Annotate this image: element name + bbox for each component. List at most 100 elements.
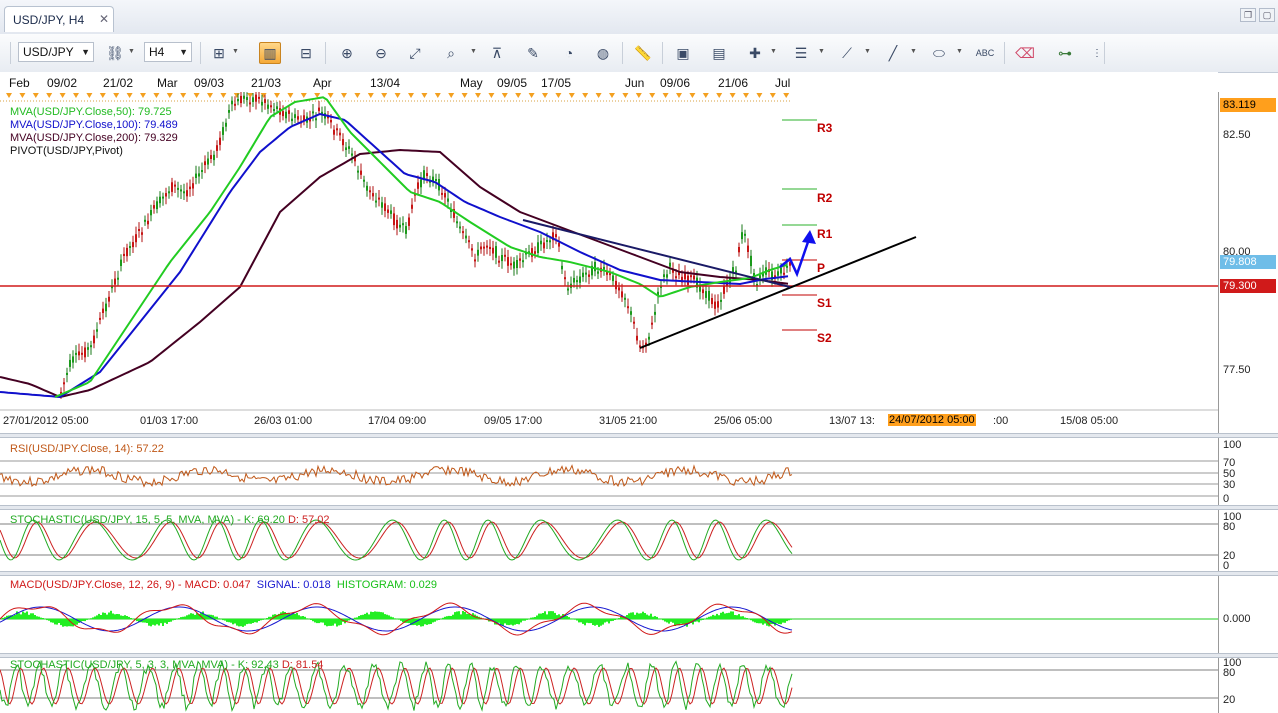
zoom-fit-icon[interactable]: ⤢ — [404, 42, 426, 64]
eraser-icon[interactable]: ⌫ — [1014, 42, 1036, 64]
price-chart-canvas[interactable] — [0, 92, 1218, 437]
text-icon[interactable]: ABC — [974, 42, 996, 64]
zoom-area-icon[interactable]: ⌕ — [440, 42, 462, 64]
template-icon[interactable]: ▤ — [708, 42, 730, 64]
macd-histogram-bar — [104, 612, 106, 619]
ruler-icon[interactable]: 📏 — [632, 42, 654, 64]
candle-body — [405, 226, 407, 234]
candle-body — [510, 263, 512, 266]
chevron-down-icon[interactable]: ▼ — [910, 48, 917, 55]
rsi-tick: 0 — [1223, 493, 1230, 505]
symbol-select[interactable]: USD/JPY ▼ — [18, 42, 94, 62]
macd-histogram-bar — [780, 619, 782, 625]
indicators-icon[interactable]: ◔ — [558, 42, 580, 64]
macd-histogram-bar — [514, 619, 516, 625]
chain-link-icon[interactable]: ⛓ — [104, 42, 126, 64]
stochastic-fast-panel[interactable]: STOCHASTIC(USD/JPY, 5, 3, 3, MVA, MVA) -… — [0, 658, 1218, 713]
candle-body — [180, 189, 182, 192]
horizontal-lines-icon[interactable]: ☰ — [790, 42, 812, 64]
close-tab-icon[interactable]: ✕ — [99, 12, 109, 26]
candle-body — [783, 272, 785, 275]
chevron-down-icon[interactable]: ▼ — [818, 48, 825, 55]
crosshair-icon[interactable]: ✚ — [744, 42, 766, 64]
scroll-to-end-icon[interactable]: ⊼ — [486, 42, 508, 64]
timeframe-select[interactable]: H4 ▼ — [144, 42, 192, 62]
macd-histogram-bar — [434, 619, 436, 622]
chevron-down-icon[interactable]: ▼ — [232, 48, 239, 55]
object-tree-icon[interactable]: ⊶ — [1054, 42, 1076, 64]
macd-histogram-bar — [34, 615, 36, 619]
macd-histogram-bar — [258, 619, 260, 621]
globe-icon[interactable]: ◍ — [592, 42, 614, 64]
chart-tab[interactable]: USD/JPY, H4 ✕ — [4, 6, 114, 32]
candle-body — [711, 298, 713, 305]
descending-trendline — [522, 219, 791, 288]
chevron-down-icon[interactable]: ▼ — [956, 48, 963, 55]
macd-histogram-bar — [186, 615, 188, 619]
forecast-arrowhead — [802, 230, 816, 244]
price-chart-panel[interactable]: MVA(USD/JPY.Close,50): 79.725 MVA(USD/JP… — [0, 92, 1218, 437]
macd-histogram-bar — [656, 616, 658, 619]
pen-icon[interactable]: ╱ — [882, 42, 904, 64]
macd-histogram-bar — [328, 619, 330, 626]
candle-body — [462, 231, 464, 234]
chevron-down-icon[interactable]: ▼ — [470, 48, 477, 55]
macd-histogram-bar — [98, 613, 100, 619]
chart-properties-icon[interactable]: ✎ — [522, 42, 544, 64]
macd-histogram-bar — [608, 619, 610, 624]
candle-body — [93, 335, 95, 344]
support-line-tag: 79.300 — [1220, 279, 1276, 293]
candle-body — [744, 233, 746, 236]
macd-histogram-bar — [540, 613, 542, 619]
macd-histogram-bar — [550, 611, 552, 619]
price-axis[interactable]: 83.119 82.50 80.00 79.808 79.300 77.50 — [1218, 92, 1278, 437]
macd-histogram-bar — [722, 611, 724, 619]
candle-body — [171, 182, 173, 192]
line-chart-icon[interactable]: ⊟ — [295, 42, 317, 64]
maximize-window-icon[interactable]: ▢ — [1259, 8, 1275, 22]
macd-histogram-bar — [544, 611, 546, 619]
candle-body — [723, 286, 725, 294]
macd-histogram-bar — [470, 615, 472, 619]
rsi-panel[interactable]: RSI(USD/JPY.Close, 14): 57.22 — [0, 438, 1218, 508]
macd-histogram-bar — [734, 615, 736, 619]
candle-body — [732, 267, 734, 272]
session-marker — [153, 93, 160, 98]
date-bar-label: 13/04 — [370, 76, 401, 90]
date-navigator-bar[interactable]: Feb 09/02 21/02 Mar 09/03 21/03 Apr 13/0… — [0, 72, 1218, 92]
candlestick-icon[interactable]: ▥ — [259, 42, 281, 64]
candle-body — [225, 122, 227, 127]
candle-body — [759, 275, 761, 279]
date-bar-label: Apr — [313, 76, 332, 90]
candle-body — [252, 97, 254, 102]
candle-body — [447, 198, 449, 202]
trendline-tools-icon[interactable]: ⟋ — [836, 42, 858, 64]
macd-histogram-bar — [92, 617, 94, 619]
candle-body — [228, 110, 230, 113]
session-marker — [609, 93, 615, 98]
macd-histogram-bar — [708, 616, 710, 619]
candle-body — [342, 139, 344, 146]
macd-histogram-bar — [752, 619, 754, 622]
save-image-icon[interactable]: ▣ — [672, 42, 694, 64]
rsi-canvas[interactable] — [0, 438, 1218, 508]
zoom-out-icon[interactable]: ⊖ — [370, 42, 392, 64]
macd-histogram-bar — [740, 616, 742, 619]
candle-body — [72, 356, 74, 363]
time-axis-label: 13/07 13: — [829, 415, 875, 427]
macd-histogram-bar — [652, 616, 654, 619]
date-bar-label: 09/05 — [497, 76, 528, 90]
macd-histogram-bar — [172, 619, 174, 621]
ellipse-icon[interactable]: ⬭ — [928, 42, 950, 64]
candle-body — [120, 259, 122, 266]
chevron-down-icon[interactable]: ▼ — [128, 48, 135, 55]
chevron-down-icon[interactable]: ▼ — [864, 48, 871, 55]
macd-histogram-bar — [398, 619, 400, 620]
macd-panel[interactable]: MACD(USD/JPY.Close, 12, 26, 9) - MACD: 0… — [0, 576, 1218, 656]
restore-window-icon[interactable]: ❐ — [1240, 8, 1256, 22]
bar-chart-icon[interactable]: ⊞ — [208, 42, 230, 64]
stochastic-slow-panel[interactable]: STOCHASTIC(USD/JPY, 15, 5, 5, MVA, MVA) … — [0, 510, 1218, 573]
zoom-in-icon[interactable]: ⊕ — [336, 42, 358, 64]
time-axis-label: 17/04 09:00 — [368, 415, 427, 427]
chevron-down-icon[interactable]: ▼ — [770, 48, 777, 55]
